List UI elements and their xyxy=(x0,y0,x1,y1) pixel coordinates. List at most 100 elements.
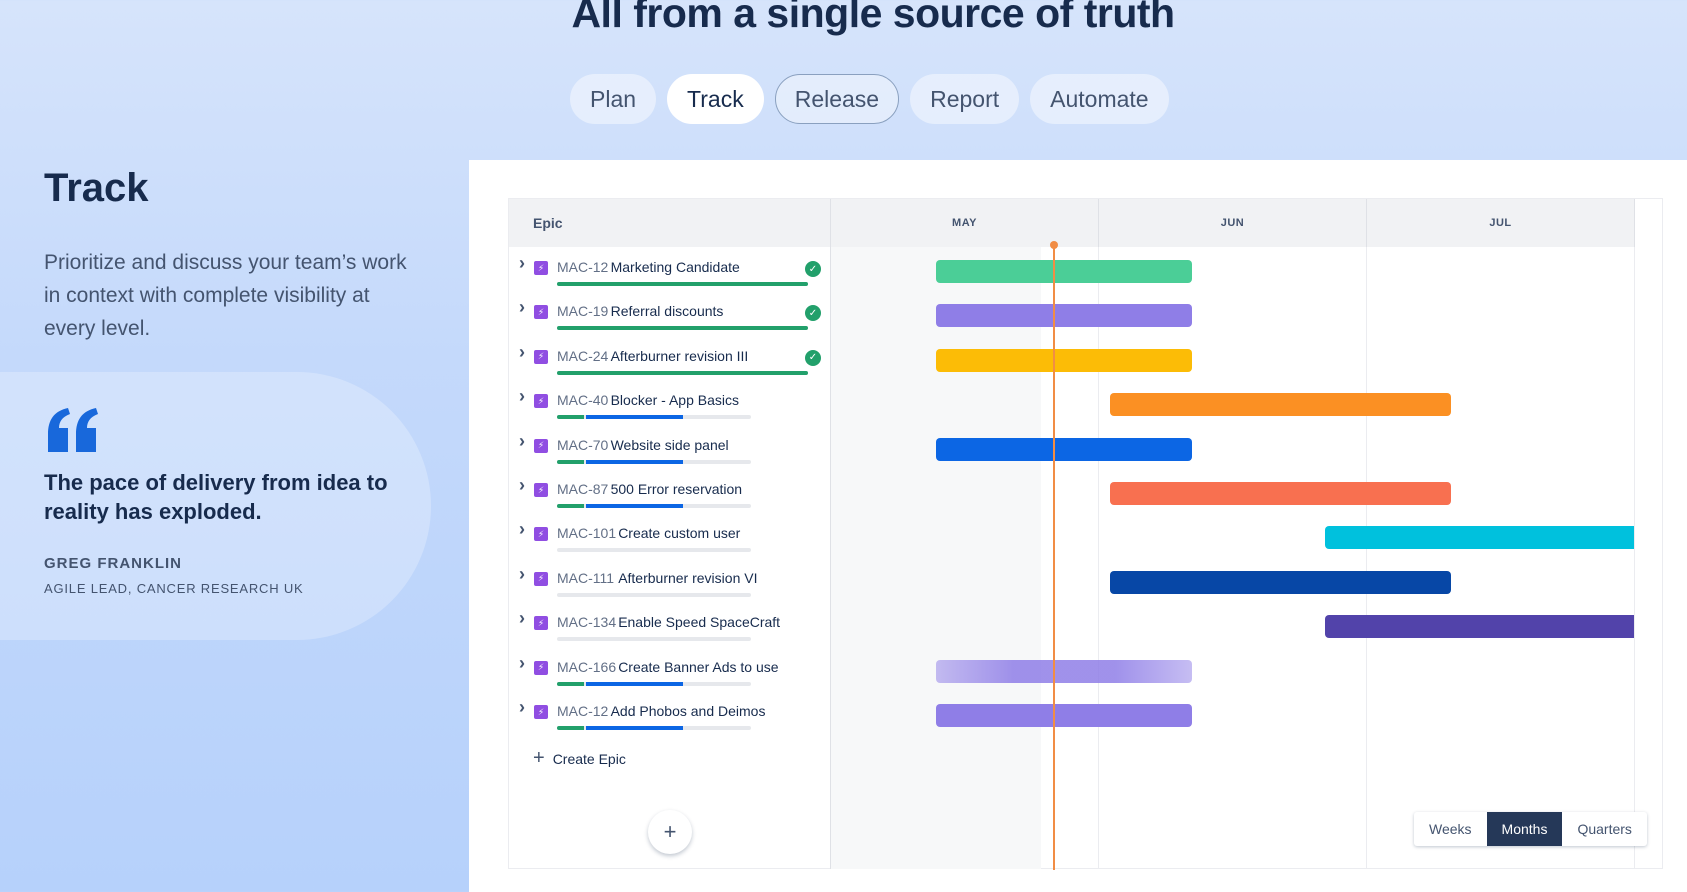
chevron-right-icon[interactable]: › xyxy=(519,608,525,629)
zoom-toggle: Weeks Months Quarters xyxy=(1414,812,1647,846)
check-circle-icon: ✓ xyxy=(805,349,821,366)
chevron-right-icon[interactable]: › xyxy=(519,431,525,452)
epic-row[interactable]: › ⚡ MAC-87 500 Error reservation xyxy=(509,471,831,515)
lightning-icon: ⚡ xyxy=(534,394,548,409)
epic-name: Create custom user xyxy=(618,525,741,542)
epic-name: Afterburner revision III xyxy=(610,347,749,364)
epic-timeline-bar[interactable] xyxy=(1324,526,1634,550)
month-column xyxy=(1099,247,1367,869)
epic-row[interactable]: › ⚡ MAC-134 Enable Speed SpaceCraft xyxy=(509,604,831,648)
epic-key: MAC-166 xyxy=(557,658,617,675)
epic-key: MAC-12 xyxy=(557,703,609,719)
zoom-weeks[interactable]: Weeks xyxy=(1414,812,1487,846)
section-heading: Track xyxy=(44,166,149,210)
progress-done xyxy=(557,326,808,331)
today-marker xyxy=(1053,244,1055,870)
progress-in-progress xyxy=(586,459,684,464)
today-marker-dot xyxy=(1050,241,1058,249)
tab-release[interactable]: Release xyxy=(774,74,900,124)
epic-name: Enable Speed SpaceCraft xyxy=(618,614,781,631)
lightning-icon: ⚡ xyxy=(534,571,548,586)
lightning-icon: ⚡ xyxy=(534,305,548,320)
progress-in-progress xyxy=(586,726,684,730)
epic-row[interactable]: › ⚡ MAC-12 Add Phobos and Deimos xyxy=(509,693,831,737)
lightning-icon: ⚡ xyxy=(534,616,548,631)
epic-timeline-bar[interactable] xyxy=(936,348,1193,372)
epic-progress-bar xyxy=(557,459,751,464)
epic-key: MAC-24 xyxy=(557,347,609,364)
zoom-quarters[interactable]: Quarters xyxy=(1562,812,1646,846)
epic-progress-bar xyxy=(557,726,751,730)
epic-name: Marketing Candidate xyxy=(610,259,740,275)
progress-in-progress xyxy=(586,681,684,686)
create-epic-button[interactable]: + Create Epic xyxy=(533,747,626,770)
epic-name: Blocker - App Basics xyxy=(610,392,739,409)
epic-key: MAC-12 xyxy=(557,259,609,275)
epic-row[interactable]: › ⚡ MAC-40 Blocker - App Basics xyxy=(509,382,831,426)
epic-key: MAC-87 xyxy=(557,481,609,497)
chevron-right-icon[interactable]: › xyxy=(519,386,525,407)
tab-bar: Plan Track Release Report Automate xyxy=(570,74,1169,124)
epic-progress-bar xyxy=(557,592,751,597)
tab-plan[interactable]: Plan xyxy=(570,74,657,124)
epic-progress-bar xyxy=(557,548,751,553)
epic-progress-bar xyxy=(557,637,751,642)
epic-key: MAC-40 xyxy=(557,392,609,409)
progress-done xyxy=(557,726,585,730)
add-item-button[interactable]: + xyxy=(648,810,692,854)
lightning-icon: ⚡ xyxy=(534,438,548,453)
check-circle-icon: ✓ xyxy=(805,261,821,277)
zoom-months[interactable]: Months xyxy=(1486,812,1563,846)
month-column xyxy=(1367,247,1635,869)
lightning-icon: ⚡ xyxy=(534,261,548,275)
tab-automate[interactable]: Automate xyxy=(1030,74,1169,124)
epic-timeline-bar[interactable] xyxy=(936,304,1193,328)
tab-track[interactable]: Track xyxy=(667,74,764,124)
epic-progress-bar xyxy=(557,504,751,508)
chevron-right-icon[interactable]: › xyxy=(519,342,525,363)
epic-timeline-bar[interactable] xyxy=(1110,482,1451,505)
chevron-right-icon[interactable]: › xyxy=(519,697,525,718)
epic-row[interactable]: › ⚡ MAC-101 Create custom user xyxy=(509,515,831,559)
tab-report[interactable]: Report xyxy=(910,74,1020,124)
epic-timeline-bar[interactable] xyxy=(936,437,1193,461)
epic-timeline-bar[interactable] xyxy=(1110,570,1451,594)
testimonial-quote: The pace of delivery from idea to realit… xyxy=(44,470,388,524)
epic-row[interactable]: › ⚡ MAC-12 Marketing Candidate ✓ xyxy=(509,249,831,293)
epic-timeline-bar[interactable] xyxy=(936,260,1193,283)
progress-in-progress xyxy=(586,504,684,508)
epic-progress-bar xyxy=(557,326,808,331)
testimonial-role: AGILE LEAD, CANCER RESEARCH UK xyxy=(44,581,304,596)
chevron-right-icon[interactable]: › xyxy=(519,653,525,674)
epic-progress-bar xyxy=(557,681,751,686)
month-column xyxy=(831,247,1099,869)
chevron-right-icon[interactable]: › xyxy=(519,297,525,318)
epic-timeline-bar[interactable] xyxy=(1324,615,1634,639)
epic-name: Referral discounts xyxy=(610,303,724,320)
epic-timeline-bar[interactable] xyxy=(936,659,1193,683)
epic-row[interactable]: › ⚡ MAC-70 Website side panel xyxy=(509,427,831,471)
epic-name: Add Phobos and Deimos xyxy=(610,703,766,719)
epic-column-header: Epic xyxy=(509,199,831,247)
chevron-right-icon[interactable]: › xyxy=(519,475,525,496)
lightning-icon: ⚡ xyxy=(534,483,548,497)
epic-key: MAC-134 xyxy=(557,614,617,631)
epic-row[interactable]: › ⚡ MAC-166 Create Banner Ads to use xyxy=(509,649,831,693)
epic-row[interactable]: › ⚡ MAC-24 Afterburner revision III ✓ xyxy=(509,338,831,382)
chevron-right-icon[interactable]: › xyxy=(519,519,525,540)
epic-timeline-bar[interactable] xyxy=(936,704,1193,727)
progress-done xyxy=(557,681,585,686)
epic-name: Afterburner revision VI xyxy=(618,569,758,586)
epic-progress-bar xyxy=(557,415,751,420)
progress-done xyxy=(557,504,585,508)
epic-timeline-bar[interactable] xyxy=(1110,393,1451,417)
progress-in-progress xyxy=(586,415,684,420)
epic-name: Create Banner Ads to use xyxy=(618,658,779,675)
epic-row[interactable]: › ⚡ MAC-19 Referral discounts ✓ xyxy=(509,293,831,337)
month-header-jun: JUN xyxy=(1099,199,1367,247)
epic-name: Website side panel xyxy=(610,436,729,453)
lightning-icon: ⚡ xyxy=(534,705,548,719)
epic-row[interactable]: › ⚡ MAC-111 Afterburner revision VI xyxy=(509,560,831,604)
chevron-right-icon[interactable]: › xyxy=(519,253,525,274)
chevron-right-icon[interactable]: › xyxy=(519,564,525,585)
